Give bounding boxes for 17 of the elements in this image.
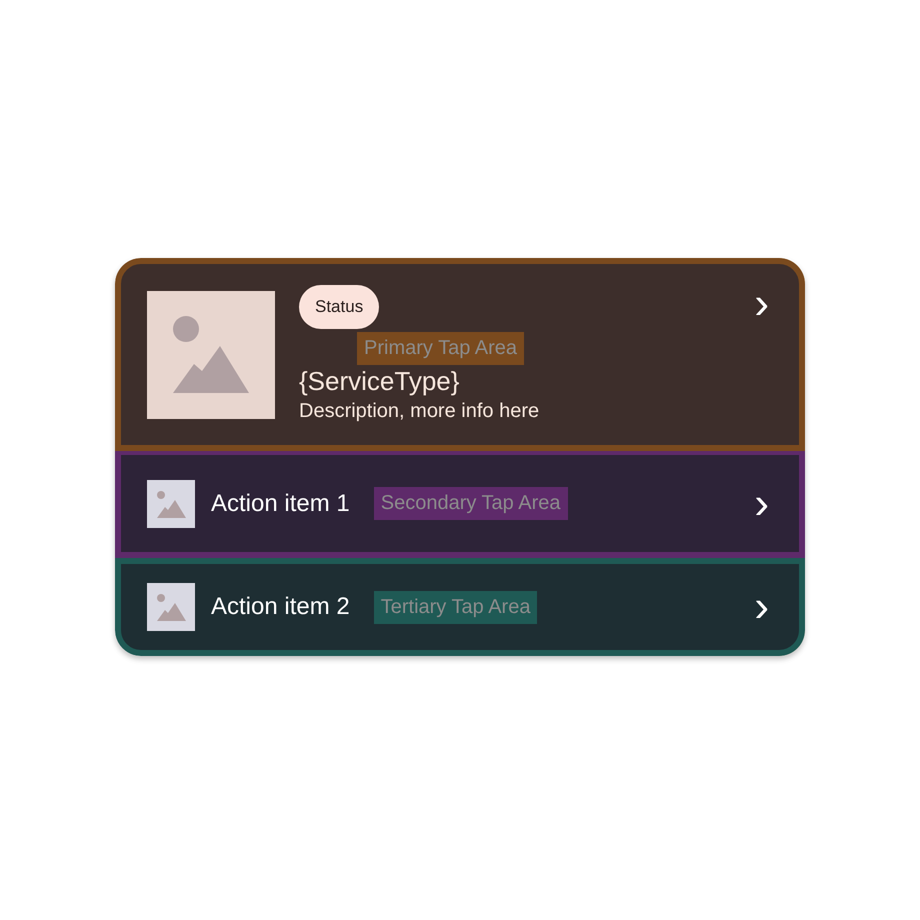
chevron-icon: › xyxy=(754,585,769,629)
image-placeholder-icon xyxy=(147,583,195,631)
service-title: {ServiceType} xyxy=(299,366,460,396)
action-row[interactable]: Action item 2 Tertiary Tap Area › xyxy=(115,558,805,656)
primary-tap-area[interactable]: Status Primary Tap Area {ServiceType} Description, more info here › xyxy=(115,258,805,451)
service-description: Description, more info here xyxy=(299,398,540,424)
action-row[interactable]: Action item 1 Secondary Tap Area › xyxy=(115,451,805,558)
status-badge: Status xyxy=(299,285,380,329)
action-label: Action item 2 xyxy=(211,592,350,622)
action-label: Action item 1 xyxy=(211,488,350,518)
image-placeholder-icon xyxy=(147,290,275,418)
annotation-label: Primary Tap Area xyxy=(357,332,524,365)
image-placeholder-icon xyxy=(147,480,195,528)
annotation-label: Secondary Tap Area xyxy=(374,487,568,520)
annotation-label: Tertiary Tap Area xyxy=(374,590,538,624)
chevron-icon: › xyxy=(754,282,769,326)
chevron-icon: › xyxy=(754,482,769,526)
